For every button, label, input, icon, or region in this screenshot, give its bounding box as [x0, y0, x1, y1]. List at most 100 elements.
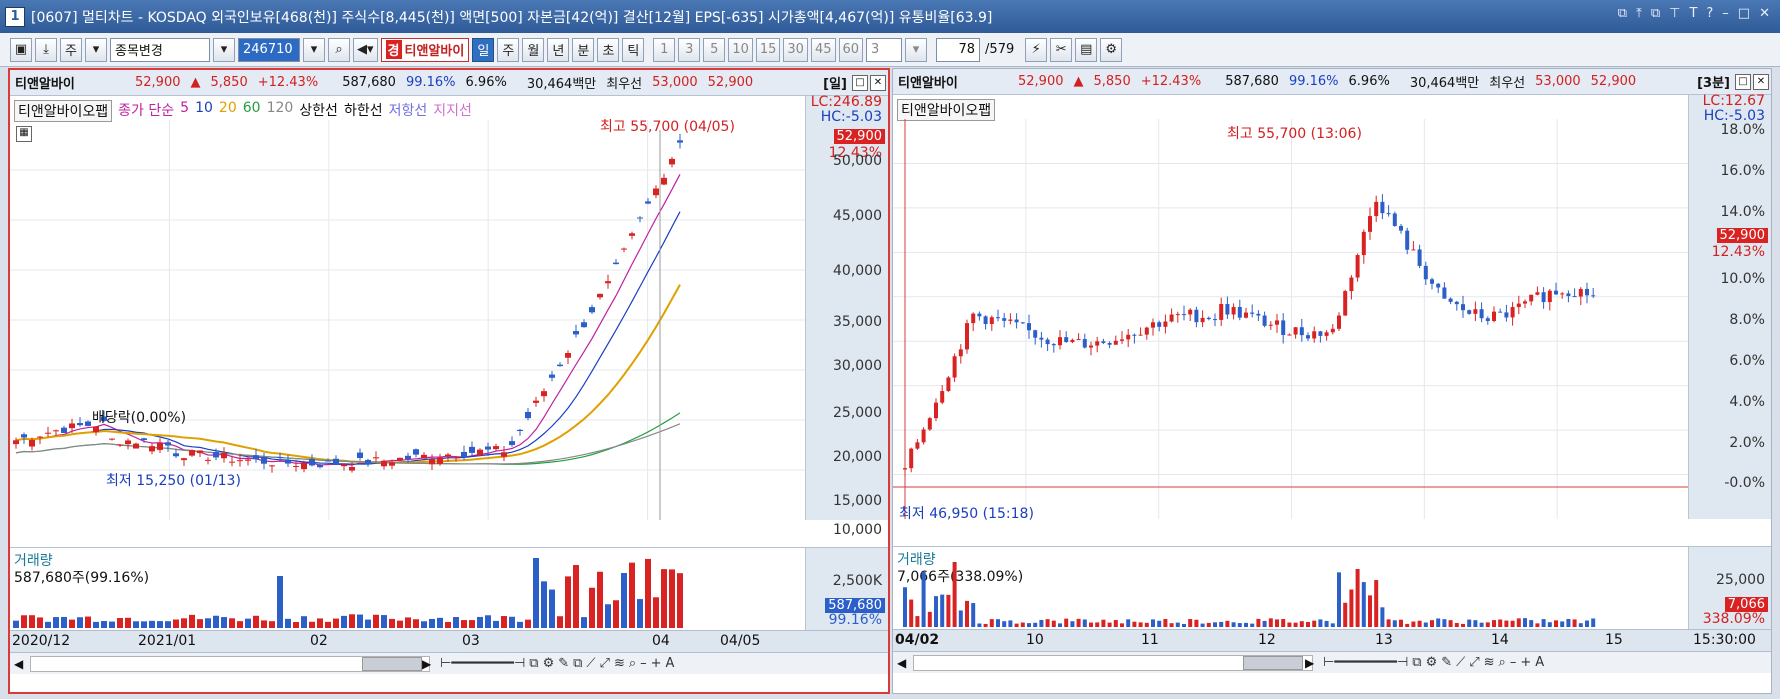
volume-bar [1411, 621, 1416, 627]
stock-code-input[interactable]: 246710 [238, 37, 300, 62]
scroll-thumb[interactable] [1243, 656, 1303, 670]
line-icon[interactable]: ⟋ [1456, 655, 1465, 670]
volume-axis-label: 25,000 [1716, 572, 1765, 588]
left-scrollbar[interactable]: ◀ ▶ ⊢━━━━━━━━⊣ ⧉ ⚙ ✎ ⧉ ⟋ ⤢ ≋ ⌕ – + A [10, 652, 888, 674]
interval-1-button[interactable]: 1 [653, 37, 676, 62]
volume-bar [541, 581, 547, 628]
volume-bar [1107, 622, 1112, 627]
copy-icon[interactable]: ⧉ [573, 656, 582, 671]
search-icon[interactable]: ⌕ [328, 37, 350, 62]
tool-icon[interactable]: ⧉ [529, 656, 538, 671]
interval-dropdown-icon[interactable]: ▾ [905, 37, 928, 62]
trend-icon[interactable]: ⤢ [600, 656, 610, 671]
scroll-left-icon[interactable]: ◀ [14, 657, 23, 671]
text-icon[interactable]: A [1535, 655, 1544, 670]
interval-combo[interactable]: 3 [866, 37, 903, 62]
interval-10-button[interactable]: 10 [728, 37, 753, 62]
candle-body [1430, 279, 1434, 284]
candle-body [381, 460, 387, 467]
volume-bar [45, 621, 51, 628]
pen-icon[interactable]: ✎ [558, 656, 569, 671]
trend-icon[interactable]: ⤢ [1469, 655, 1479, 670]
interval-3-button[interactable]: 3 [678, 37, 701, 62]
maximize-icon[interactable]: □ [1735, 73, 1751, 90]
left-price-chart [10, 120, 807, 520]
scroll-left-icon[interactable]: ◀ [897, 656, 906, 670]
axis-label: 10.0% [1720, 271, 1765, 287]
scroll-right-icon[interactable]: ▶ [1305, 656, 1314, 670]
fib-icon[interactable]: ≋ [1484, 655, 1495, 670]
candle-body [996, 317, 1000, 319]
layout-button[interactable]: ▣ [10, 37, 32, 62]
axis-label: -0.0% [1724, 475, 1765, 491]
layout-icon[interactable]: ⧉ [1651, 6, 1660, 21]
font-icon[interactable]: T [1689, 6, 1697, 21]
period-week-button[interactable]: 주 [497, 37, 520, 62]
volume-bar [277, 576, 283, 628]
maximize-icon[interactable]: □ [1738, 6, 1750, 21]
zoom-slider-icon[interactable]: ⊢━━━━━━━━⊣ [440, 656, 525, 671]
candle-body [661, 177, 667, 185]
save-icon[interactable]: ▤ [1075, 37, 1098, 62]
interval-30-button[interactable]: 30 [783, 37, 808, 62]
zoom-icon[interactable]: ⌕ [1499, 655, 1506, 670]
candle-body [453, 457, 459, 459]
market-select[interactable]: 주 [60, 37, 82, 62]
legend-tag[interactable]: 티앤알바이오팹 [14, 100, 113, 122]
candle-body [565, 352, 571, 358]
indicator-icon[interactable]: ⚡ [1025, 37, 1048, 62]
minus-icon[interactable]: – [1510, 655, 1517, 670]
code-dropdown-icon[interactable]: ▾ [303, 37, 325, 62]
candle-body [1250, 312, 1255, 314]
scroll-right-icon[interactable]: ▶ [422, 657, 431, 671]
close-icon[interactable]: ✕ [870, 74, 886, 91]
right-scrollbar[interactable]: ◀ ▶ ⊢━━━━━━━━⊣ ⧉ ⚙ ✎ ⟋ ⤢ ≋ ⌕ – + A [893, 651, 1771, 673]
legend-tag[interactable]: 티앤알바이오팹 [897, 99, 996, 121]
settings-icon[interactable]: ⚙ [1100, 37, 1123, 62]
interval-5-button[interactable]: 5 [703, 37, 726, 62]
help-icon[interactable]: ? [1706, 6, 1713, 21]
gear-icon[interactable]: ⚙ [1426, 655, 1438, 670]
period-tick-button[interactable]: 틱 [622, 37, 645, 62]
period-second-button[interactable]: 초 [597, 37, 620, 62]
stay-top-icon[interactable]: ⊤ [1669, 6, 1680, 21]
change-stock-select[interactable]: 종목변경 [110, 37, 210, 62]
market-dropdown-icon[interactable]: ▾ [85, 37, 107, 62]
plus-icon[interactable]: + [651, 656, 662, 671]
interval-45-button[interactable]: 45 [810, 37, 836, 62]
close-icon[interactable]: ✕ [1759, 6, 1770, 21]
text-icon[interactable]: A [666, 656, 675, 671]
volume-bar [1479, 622, 1484, 627]
close-icon[interactable]: ✕ [1753, 73, 1769, 90]
interval-15-button[interactable]: 15 [755, 37, 781, 62]
tool-icon[interactable]: ⧉ [1412, 655, 1421, 670]
gear-icon[interactable]: ⚙ [543, 656, 555, 671]
period-minute-button[interactable]: 분 [572, 37, 595, 62]
fib-icon[interactable]: ≋ [614, 656, 625, 671]
period-month-button[interactable]: 월 [522, 37, 545, 62]
stock-name-box[interactable]: 경 티앤알바이 [380, 37, 470, 62]
candle-body [13, 440, 19, 445]
interval-60-button[interactable]: 60 [838, 37, 864, 62]
minimize-icon[interactable]: – [1722, 6, 1729, 21]
change-dropdown-icon[interactable]: ▾ [213, 37, 235, 62]
line-icon[interactable]: ⟋ [586, 656, 595, 671]
page-input[interactable]: 78 [936, 37, 981, 62]
plus-icon[interactable]: + [1520, 655, 1531, 670]
pen-icon[interactable]: ✎ [1441, 655, 1452, 670]
scroll-thumb[interactable] [362, 657, 422, 671]
maximize-icon[interactable]: □ [852, 74, 868, 91]
tools-icon[interactable]: ✂ [1050, 37, 1073, 62]
zoom-icon[interactable]: ⌕ [629, 656, 636, 671]
period-day-button[interactable]: 일 [472, 37, 495, 62]
pin-icon[interactable]: ⤒ [1636, 6, 1642, 21]
sound-icon[interactable]: ◀▾ [353, 37, 378, 62]
volume-bar [1033, 622, 1038, 627]
zoom-slider-icon[interactable]: ⊢━━━━━━━━⊣ [1323, 655, 1408, 670]
minus-icon[interactable]: – [640, 656, 647, 671]
period-year-button[interactable]: 년 [547, 37, 570, 62]
volume-bar [117, 618, 123, 628]
restore-icon[interactable]: ⧉ [1618, 6, 1627, 21]
candle-body [1349, 277, 1354, 292]
download-icon[interactable]: ⤓ [35, 37, 57, 62]
